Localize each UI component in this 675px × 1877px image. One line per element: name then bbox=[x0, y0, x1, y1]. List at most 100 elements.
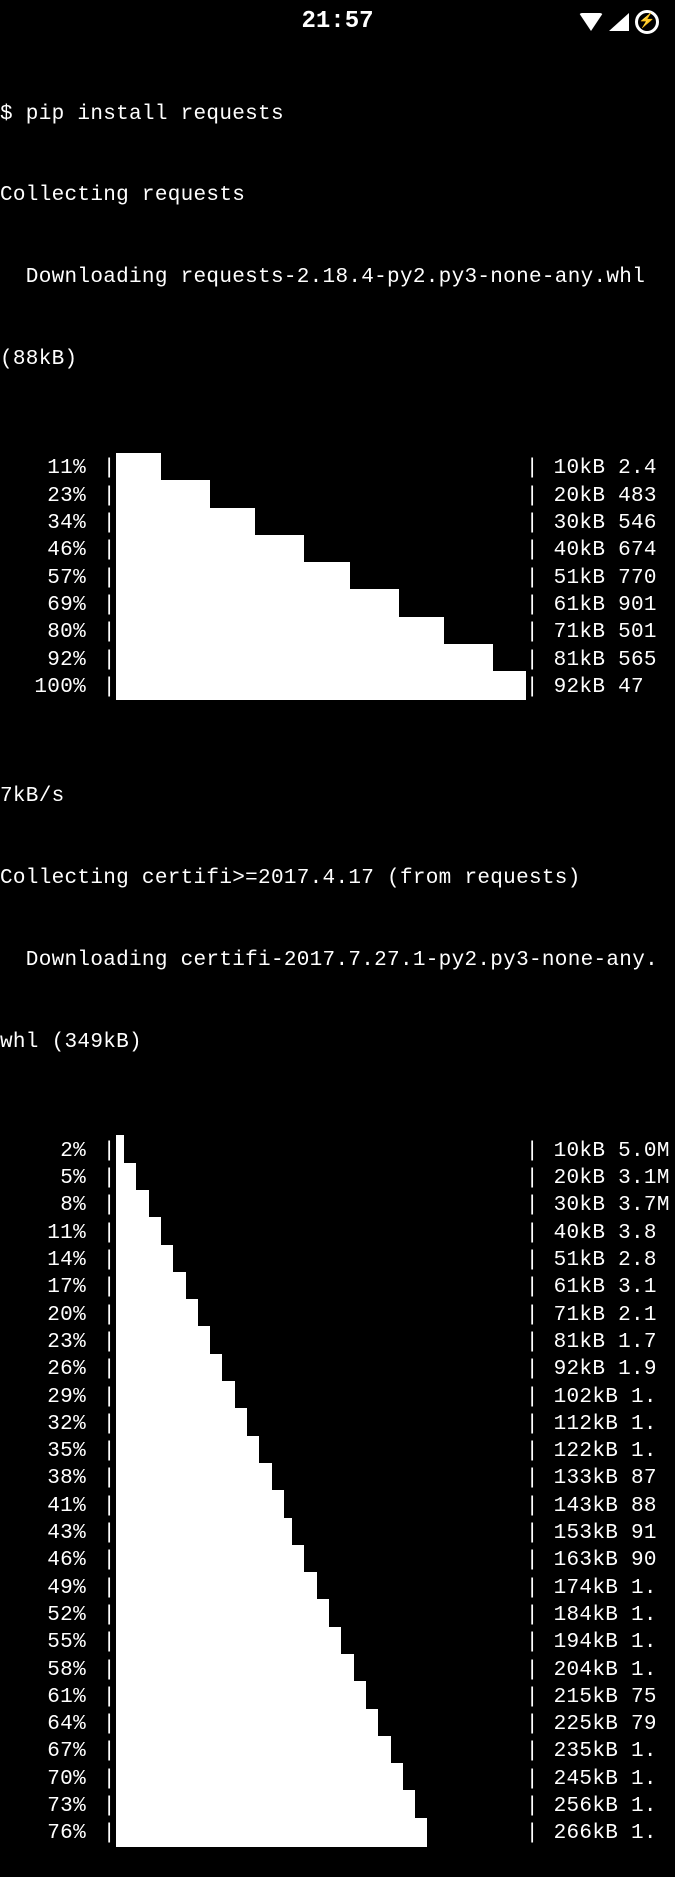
progress-close-pipe: | bbox=[526, 1657, 541, 1684]
progress-track bbox=[116, 1601, 526, 1629]
progress-row: 67% | | 235kB 1. bbox=[0, 1738, 675, 1765]
progress-close-pipe: | bbox=[526, 455, 541, 482]
certifi-progress-block: 2% || 10kB 5.0M5% || 20kB 3.1M8% || 30kB… bbox=[0, 1138, 675, 1848]
progress-close-pipe: | bbox=[526, 1738, 541, 1765]
progress-open-pipe: | bbox=[86, 1165, 116, 1192]
progress-open-pipe: | bbox=[86, 1465, 116, 1492]
progress-suffix: 143kB 88 bbox=[541, 1493, 657, 1520]
progress-suffix: 153kB 91 bbox=[541, 1520, 657, 1547]
progress-open-pipe: | bbox=[86, 674, 116, 701]
progress-close-pipe: | bbox=[526, 647, 541, 674]
progress-track bbox=[116, 1247, 526, 1275]
progress-percent: 73% bbox=[0, 1793, 86, 1820]
progress-suffix: 266kB 1. bbox=[541, 1820, 657, 1847]
progress-open-pipe: | bbox=[86, 1438, 116, 1465]
progress-suffix: 215kB 75 bbox=[541, 1684, 657, 1711]
progress-fill bbox=[116, 1654, 354, 1683]
collecting-line: Collecting requests bbox=[0, 182, 675, 209]
size-line: whl (349kB) bbox=[0, 1029, 675, 1056]
terminal-output[interactable]: $ pip install requests Collecting reques… bbox=[0, 44, 675, 1877]
progress-suffix: 61kB 901 bbox=[541, 592, 657, 619]
progress-row: 55% || 194kB 1. bbox=[0, 1629, 675, 1656]
progress-track bbox=[116, 1765, 526, 1793]
progress-open-pipe: | bbox=[86, 1793, 116, 1820]
progress-row: 46% || 163kB 90 bbox=[0, 1547, 675, 1574]
progress-row: 14% || 51kB 2.8 bbox=[0, 1247, 675, 1274]
progress-open-pipe: | bbox=[86, 1520, 116, 1547]
progress-percent: 57% bbox=[0, 565, 86, 592]
progress-row: 52% || 184kB 1. bbox=[0, 1602, 675, 1629]
progress-suffix: 245kB 1. bbox=[541, 1766, 657, 1793]
progress-percent: 58% bbox=[0, 1657, 86, 1684]
progress-percent: 49% bbox=[0, 1575, 86, 1602]
progress-row: 73% || 256kB 1. bbox=[0, 1793, 675, 1820]
progress-suffix: 194kB 1. bbox=[541, 1629, 657, 1656]
progress-fill bbox=[116, 1163, 137, 1192]
progress-track bbox=[116, 1792, 526, 1820]
progress-suffix: 235kB 1. bbox=[541, 1738, 657, 1765]
progress-fill bbox=[116, 1272, 186, 1301]
progress-track bbox=[116, 1683, 526, 1711]
progress-open-pipe: | bbox=[86, 1384, 116, 1411]
progress-fill bbox=[116, 1436, 260, 1465]
progress-track bbox=[116, 1820, 526, 1848]
progress-row: 5% || 20kB 3.1M bbox=[0, 1165, 675, 1192]
progress-close-pipe: | bbox=[526, 1629, 541, 1656]
progress-row: 64% || 225kB 79 bbox=[0, 1711, 675, 1738]
progress-close-pipe: | bbox=[526, 565, 541, 592]
progress-suffix: 225kB 79 bbox=[541, 1711, 657, 1738]
progress-row: 38% || 133kB 87 bbox=[0, 1465, 675, 1492]
progress-track bbox=[116, 646, 526, 674]
progress-close-pipe: | bbox=[526, 1220, 541, 1247]
progress-close-pipe: | bbox=[526, 1274, 541, 1301]
progress-fill bbox=[116, 1299, 198, 1328]
progress-track bbox=[116, 1165, 526, 1193]
progress-fill bbox=[116, 1245, 173, 1274]
progress-track bbox=[116, 1520, 526, 1548]
progress-row: 58% || 204kB 1. bbox=[0, 1657, 675, 1684]
progress-suffix: 71kB 501 bbox=[541, 619, 657, 646]
progress-percent: 26% bbox=[0, 1356, 86, 1383]
progress-close-pipe: | bbox=[526, 674, 541, 701]
progress-fill bbox=[116, 1736, 391, 1765]
progress-fill bbox=[116, 589, 399, 618]
progress-track bbox=[116, 564, 526, 592]
progress-open-pipe: | bbox=[86, 1738, 116, 1765]
progress-close-pipe: | bbox=[526, 1329, 541, 1356]
progress-close-pipe: | bbox=[526, 1793, 541, 1820]
size-line: (88kB) bbox=[0, 346, 675, 373]
progress-close-pipe: | bbox=[526, 510, 541, 537]
requests-progress-block: 11% || 10kB 2.423% || 20kB 48334% || 30k… bbox=[0, 455, 675, 701]
progress-track bbox=[116, 1438, 526, 1466]
progress-track bbox=[116, 510, 526, 538]
progress-open-pipe: | bbox=[86, 483, 116, 510]
progress-fill bbox=[116, 1763, 403, 1792]
progress-percent: 41% bbox=[0, 1493, 86, 1520]
progress-open-pipe: | bbox=[86, 1274, 116, 1301]
progress-percent: 76% bbox=[0, 1820, 86, 1847]
progress-suffix: 81kB 565 bbox=[541, 647, 657, 674]
progress-close-pipe: | bbox=[526, 1547, 541, 1574]
progress-open-pipe: | bbox=[86, 1657, 116, 1684]
progress-close-pipe: | bbox=[526, 1465, 541, 1492]
progress-row: 46% || 40kB 674 bbox=[0, 537, 675, 564]
progress-percent: 14% bbox=[0, 1247, 86, 1274]
progress-suffix: 92kB 47 bbox=[541, 674, 644, 701]
progress-open-pipe: | bbox=[86, 1711, 116, 1738]
progress-open-pipe: | bbox=[86, 1302, 116, 1329]
progress-close-pipe: | bbox=[526, 1493, 541, 1520]
progress-track bbox=[116, 1629, 526, 1657]
progress-open-pipe: | bbox=[86, 1138, 116, 1165]
progress-suffix: 71kB 2.1 bbox=[541, 1302, 657, 1329]
progress-percent: 23% bbox=[0, 1329, 86, 1356]
progress-percent: 67% bbox=[0, 1738, 86, 1765]
progress-fill bbox=[116, 617, 444, 646]
progress-open-pipe: | bbox=[86, 1192, 116, 1219]
progress-fill bbox=[116, 480, 210, 509]
progress-fill bbox=[116, 1790, 415, 1819]
progress-track bbox=[116, 1383, 526, 1411]
progress-percent: 55% bbox=[0, 1629, 86, 1656]
progress-track bbox=[116, 1328, 526, 1356]
progress-row: 11% || 40kB 3.8 bbox=[0, 1220, 675, 1247]
downloading-line: Downloading certifi-2017.7.27.1-py2.py3-… bbox=[0, 947, 675, 974]
